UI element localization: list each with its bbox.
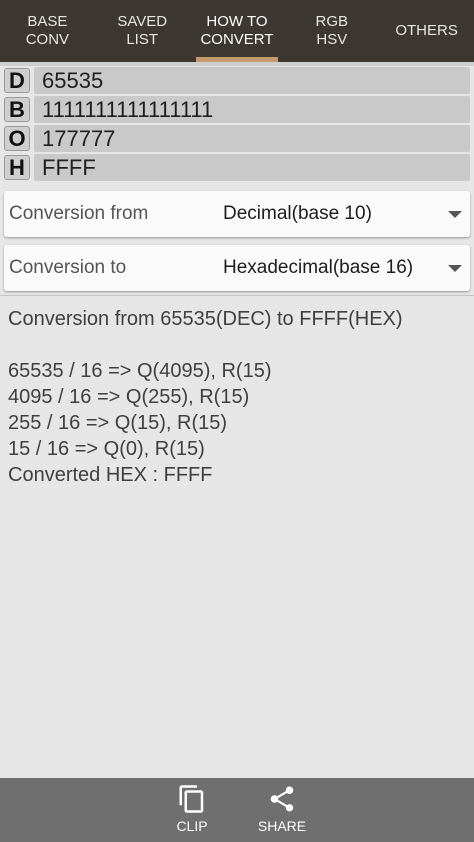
- section-divider: [0, 295, 474, 296]
- value-row-octal: O 177777: [4, 125, 470, 152]
- dropdown-arrow-icon: [448, 210, 462, 218]
- base-letter-badge: O: [4, 126, 30, 151]
- conversion-to-dropdown[interactable]: Conversion to Hexadecimal(base 16): [4, 245, 470, 291]
- explanation-step: 65535 / 16 => Q(4095), R(15): [8, 360, 272, 382]
- share-icon: [270, 786, 294, 812]
- tab-others[interactable]: OTHERS: [379, 0, 474, 62]
- conversion-to-label: Conversion to: [9, 257, 127, 278]
- tab-saved-list[interactable]: SAVED LIST: [95, 0, 190, 62]
- conversion-from-dropdown[interactable]: Conversion from Decimal(base 10): [4, 191, 470, 237]
- value-row-binary: B 1111111111111111: [4, 96, 470, 123]
- bottom-action-bar: CLIP SHARE: [0, 778, 474, 842]
- explanation-header: Conversion from 65535(DEC) to FFFF(HEX): [8, 308, 403, 330]
- value-row-hex: H FFFF: [4, 154, 470, 181]
- value-list: D 65535 B 1111111111111111 O 177777 H FF…: [4, 67, 470, 183]
- explanation-step: 4095 / 16 => Q(255), R(15): [8, 386, 250, 408]
- base-letter-badge: B: [4, 97, 30, 122]
- conversion-from-label: Conversion from: [9, 203, 149, 224]
- explanation-step: 255 / 16 => Q(15), R(15): [8, 412, 228, 434]
- dropdown-arrow-icon: [448, 264, 462, 272]
- hex-value-field[interactable]: FFFF: [34, 154, 470, 181]
- tab-label-line1: RGB: [315, 13, 349, 30]
- share-button[interactable]: SHARE: [247, 778, 317, 842]
- tab-bar: BASE CONV SAVED LIST HOW TO CONVERT RGB …: [0, 0, 474, 62]
- clip-button[interactable]: CLIP: [157, 778, 227, 842]
- tab-label-line1: BASE: [27, 13, 68, 30]
- base-letter-badge: H: [4, 155, 30, 180]
- tab-label-line1: HOW TO: [206, 13, 268, 30]
- explanation-step: 15 / 16 => Q(0), R(15): [8, 438, 205, 460]
- conversion-from-value: Decimal(base 10): [223, 203, 372, 224]
- explanation-result: Converted HEX : FFFF: [8, 464, 213, 486]
- tab-label-line1: OTHERS: [395, 22, 458, 39]
- tab-divider: [0, 62, 474, 66]
- base-letter-badge: D: [4, 68, 30, 93]
- conversion-to-value: Hexadecimal(base 16): [223, 257, 414, 278]
- tab-label-line2: CONVERT: [200, 31, 274, 48]
- octal-value-field[interactable]: 177777: [34, 125, 470, 152]
- conversion-explanation: Conversion from 65535(DEC) to FFFF(HEX) …: [8, 306, 468, 488]
- share-label: SHARE: [257, 818, 307, 834]
- tab-label-line1: SAVED: [117, 13, 168, 30]
- copy-icon: [179, 785, 204, 813]
- tab-how-to-convert[interactable]: HOW TO CONVERT: [190, 0, 285, 62]
- decimal-value-field[interactable]: 65535: [34, 67, 470, 94]
- tab-base-conv[interactable]: BASE CONV: [0, 0, 95, 62]
- tab-label-line2: LIST: [126, 31, 159, 48]
- tab-label-line2: CONV: [25, 31, 70, 48]
- tab-rgb-hsv[interactable]: RGB HSV: [284, 0, 379, 62]
- binary-value-field[interactable]: 1111111111111111: [34, 96, 470, 123]
- tab-label-line2: HSV: [316, 31, 348, 48]
- clip-label: CLIP: [176, 818, 208, 834]
- value-row-decimal: D 65535: [4, 67, 470, 94]
